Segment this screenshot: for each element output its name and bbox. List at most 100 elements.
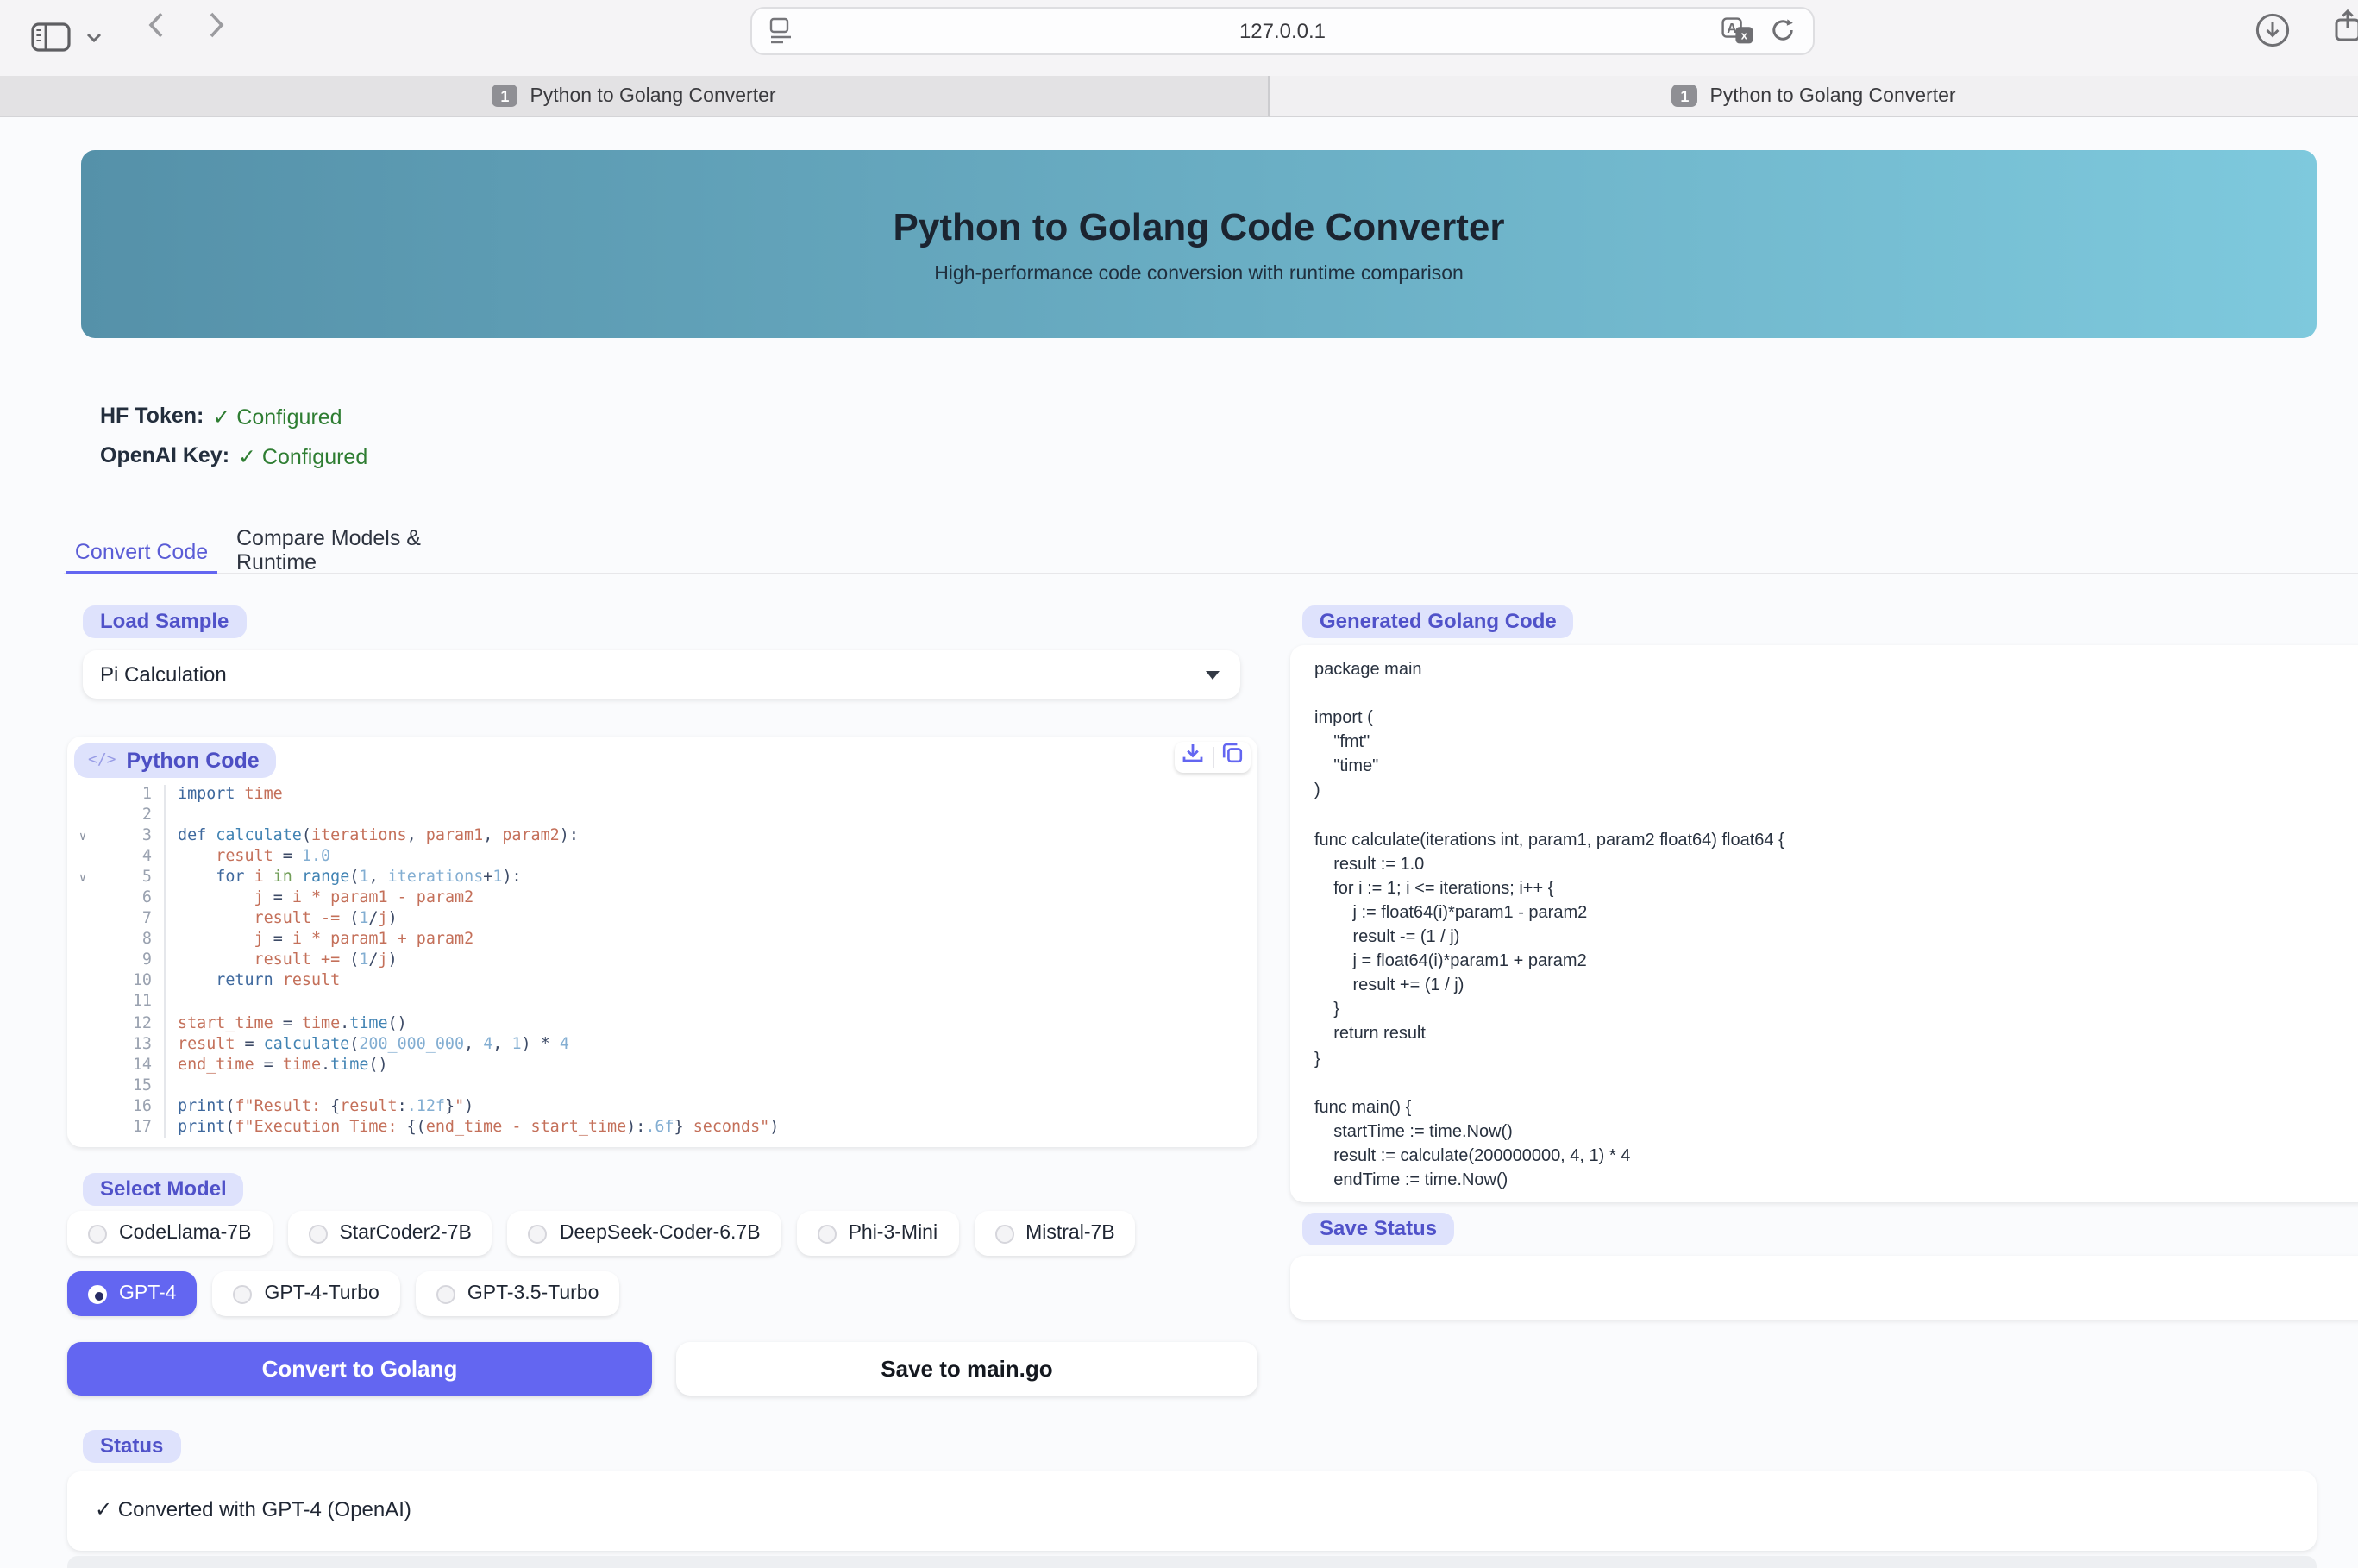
code-line: result = calculate(200_000_000, 4, 1) * …: [178, 1034, 779, 1055]
fold-toggle-icon[interactable]: ∨: [67, 826, 98, 847]
copy-code-button[interactable]: [1221, 742, 1244, 773]
downloads-icon[interactable]: [2255, 12, 2291, 48]
browser-tab-left[interactable]: 1 Python to Golang Converter: [0, 76, 1270, 117]
model-label: Mistral-7B: [1025, 1223, 1115, 1244]
line-number: 9: [98, 951, 164, 972]
model-option-starcoder2-7b[interactable]: StarCoder2-7B: [287, 1211, 492, 1256]
line-number: 1: [98, 785, 164, 806]
model-label: GPT-4: [119, 1283, 176, 1304]
line-number: 8: [98, 931, 164, 951]
tab-compare-models[interactable]: Compare Models & Runtime: [236, 531, 478, 569]
model-option-gpt-4-turbo[interactable]: GPT-4-Turbo: [212, 1271, 399, 1316]
python-code-badge: </> Python Code: [74, 743, 277, 778]
convert-button[interactable]: Convert to Golang: [67, 1342, 652, 1396]
address-bar[interactable]: 127.0.0.1 Ax: [750, 7, 1815, 55]
radio-icon: [88, 1224, 107, 1243]
model-option-phi-3-mini[interactable]: Phi-3-Mini: [797, 1211, 959, 1256]
line-number: 5: [98, 868, 164, 888]
save-status-panel: [1290, 1256, 2358, 1320]
line-number: 11: [98, 993, 164, 1013]
line-number: 13: [98, 1034, 164, 1055]
dropdown-caret-icon: [1206, 671, 1220, 680]
browser-window: 127.0.0.1 Ax 1 Python to Golang Converte…: [0, 0, 2358, 1568]
code-line: [178, 806, 779, 826]
sample-dropdown[interactable]: Pi Calculation: [83, 650, 1240, 699]
model-label: GPT-4-Turbo: [264, 1283, 379, 1304]
radio-icon: [88, 1284, 107, 1303]
model-option-deepseek-coder-6.7b[interactable]: DeepSeek-Coder-6.7B: [508, 1211, 781, 1256]
browser-tab-right[interactable]: 1 Python to Golang Converter: [1270, 76, 2358, 117]
line-number: 10: [98, 972, 164, 993]
back-button-icon[interactable]: [147, 10, 166, 40]
reload-icon[interactable]: [1770, 17, 1796, 52]
code-line: return result: [178, 972, 779, 993]
model-options: CodeLlama-7B StarCoder2-7B DeepSeek-Coder-…: [67, 1211, 1266, 1316]
status-panel: ✓ Converted with GPT-4 (OpenAI): [67, 1471, 2317, 1551]
model-option-gpt-4[interactable]: GPT-4: [67, 1271, 197, 1316]
python-code-panel: </> Python Code 12∨34∨567891011121314151…: [67, 737, 1257, 1147]
python-gutter: 12∨34∨567891011121314151617: [67, 785, 166, 1138]
tab-title: Python to Golang Converter: [1709, 85, 1955, 106]
sidebar-toggle-icon[interactable]: [31, 22, 71, 52]
radio-icon: [994, 1224, 1013, 1243]
save-status-badge: Save Status: [1302, 1213, 1454, 1245]
line-number: 14: [98, 1055, 164, 1076]
code-line: print(f"Execution Time: {(end_time - sta…: [178, 1118, 779, 1138]
hf-token-label: HF Token:: [100, 404, 204, 430]
line-number: 15: [98, 1076, 164, 1096]
translate-icon[interactable]: Ax: [1721, 17, 1754, 53]
openai-key-label: OpenAI Key:: [100, 443, 229, 469]
line-number: 4: [98, 847, 164, 868]
model-label: CodeLlama-7B: [119, 1223, 251, 1244]
code-line: end_time = time.time(): [178, 1055, 779, 1076]
radio-icon: [436, 1284, 455, 1303]
line-number: 2: [98, 806, 164, 826]
sample-dropdown-value: Pi Calculation: [100, 662, 227, 687]
model-option-codellama-7b[interactable]: CodeLlama-7B: [67, 1211, 272, 1256]
model-label: Phi-3-Mini: [849, 1223, 938, 1244]
tab-convert-code[interactable]: Convert Code: [66, 531, 217, 574]
code-line: print(f"Result: {result:.12f}"): [178, 1096, 779, 1117]
svg-text:x: x: [1741, 29, 1748, 42]
model-label: StarCoder2-7B: [339, 1223, 471, 1244]
radio-icon: [233, 1284, 252, 1303]
code-line: [178, 993, 779, 1013]
code-line: def calculate(iterations, param1, param2…: [178, 826, 779, 847]
golang-code-panel: package main import ( "fmt" "time" ) fun…: [1290, 645, 2358, 1202]
download-code-button[interactable]: [1182, 742, 1205, 773]
radio-icon: [818, 1224, 837, 1243]
code-brackets-icon: </>: [88, 752, 116, 769]
python-code-editor[interactable]: 12∨34∨567891011121314151617 import time …: [67, 785, 779, 1138]
line-number: 6: [98, 888, 164, 909]
radio-icon: [529, 1224, 548, 1243]
golang-code: package main import ( "fmt" "time" ) fun…: [1290, 645, 2358, 1194]
chevron-down-icon[interactable]: [86, 33, 102, 43]
code-line: j = i * param1 - param2: [178, 888, 779, 909]
next-section-edge: [67, 1556, 2317, 1568]
line-number: 7: [98, 910, 164, 931]
status-message: ✓ Converted with GPT-4 (OpenAI): [95, 1497, 411, 1521]
code-line: j = i * param1 + param2: [178, 931, 779, 951]
tab-badge: 1: [1671, 85, 1697, 107]
model-option-gpt-3.5-turbo[interactable]: GPT-3.5-Turbo: [416, 1271, 620, 1316]
divider: [1212, 747, 1213, 768]
share-icon[interactable]: [2334, 9, 2358, 43]
code-line: start_time = time.time(): [178, 1013, 779, 1034]
hf-token-status: HF Token: ✓ Configured: [100, 404, 342, 430]
page-content: Python to Golang Code Converter High-per…: [0, 117, 2358, 1568]
page-title: Python to Golang Code Converter: [894, 204, 1505, 249]
forward-button-icon[interactable]: [207, 10, 226, 40]
fold-toggle-icon[interactable]: ∨: [67, 868, 98, 888]
openai-key-value: ✓ Configured: [238, 443, 367, 469]
line-number: 16: [98, 1096, 164, 1117]
model-label: GPT-3.5-Turbo: [467, 1283, 599, 1304]
page-subtitle: High-performance code conversion with ru…: [934, 263, 1464, 284]
editor-actions: [1175, 742, 1251, 773]
save-button[interactable]: Save to main.go: [676, 1342, 1257, 1396]
model-option-mistral-7b[interactable]: Mistral-7B: [974, 1211, 1136, 1256]
code-line: for i in range(1, iterations+1):: [178, 868, 779, 888]
code-line: import time: [178, 785, 779, 806]
hf-token-value: ✓ Configured: [212, 404, 342, 430]
line-number: 17: [98, 1118, 164, 1138]
model-label: DeepSeek-Coder-6.7B: [560, 1223, 761, 1244]
